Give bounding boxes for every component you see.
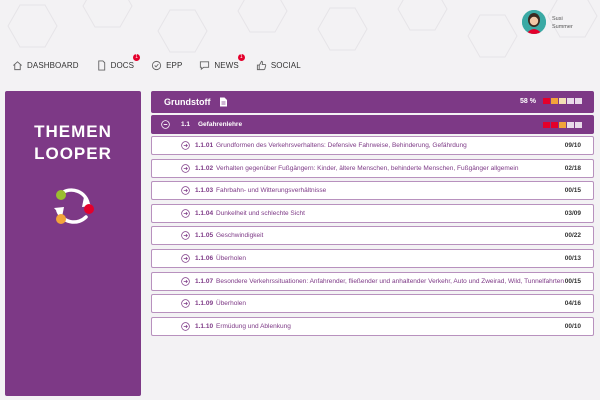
arrow-right-circle-icon [181, 163, 190, 173]
list-item[interactable]: 1.1.02 Verhalten gegenüber Fußgängern: Ki… [151, 158, 594, 178]
nav-news[interactable]: NEWS 1 [199, 53, 245, 71]
user-first-name: Susi [552, 16, 563, 22]
arrow-right-circle-icon [181, 186, 190, 195]
item-count: 00/13 [564, 254, 581, 262]
list-item[interactable]: 1.1.06 Überholen 00/13 [151, 248, 594, 268]
item-count: 03/09 [564, 209, 581, 217]
nav-docs[interactable]: DOCS 1 [96, 53, 141, 71]
notification-badge: 1 [237, 53, 245, 61]
item-number: 1.1.07 [195, 277, 214, 285]
nav-label: DASHBOARD [27, 60, 79, 70]
progress-square [559, 98, 566, 104]
main-navigation: DASHBOARD DOCS 1 EPP NEWS 1 SOCIAL [12, 53, 318, 72]
list-item[interactable]: 1.1.03 Fahrbahn- und Witterungsverhältnis… [151, 181, 594, 201]
avatar-illustration [522, 10, 546, 34]
item-number: 1.1.10 [195, 322, 214, 330]
thumbs-up-icon [256, 60, 266, 70]
notification-badge: 1 [133, 53, 141, 61]
list-item[interactable]: 1.1.10 Ermüdung und Ablenkung 00/10 [151, 316, 594, 336]
item-number: 1.1.06 [195, 254, 214, 262]
item-number: 1.1.02 [195, 164, 214, 172]
item-title: Ermüdung und Ablenkung [216, 322, 291, 330]
progress-square [567, 98, 574, 104]
progress-percent: 58 % [520, 98, 536, 105]
nav-dashboard[interactable]: DASHBOARD [12, 60, 79, 71]
document-icon [97, 59, 105, 71]
topic-header-grundstoff[interactable]: Grundstoff 58 % [151, 91, 594, 113]
arrow-right-circle-icon [181, 276, 190, 286]
arrow-right-circle-icon [181, 209, 190, 218]
item-number: 1.1.03 [195, 187, 214, 195]
list-item[interactable]: 1.1.04 Dunkelheit und schlechte Sicht 03/0… [151, 203, 594, 223]
item-title: Dunkelheit und schlechte Sicht [216, 209, 305, 217]
list-item[interactable]: 1.1.01 Grundformen des Verkehrsverhaltens… [151, 136, 594, 155]
themen-looper-panel: THEMEN LOOPER [5, 91, 141, 396]
progress-squares [543, 98, 583, 104]
item-number: 1.1.04 [195, 209, 214, 217]
document-icon[interactable] [219, 97, 228, 107]
progress-square [551, 98, 558, 104]
item-title: Überholen [216, 254, 246, 262]
item-title: Fahrbahn- und Witterungsverhältnisse [216, 187, 327, 195]
avatar[interactable] [522, 10, 546, 34]
list-item[interactable]: 1.1.09 Überholen 04/16 [151, 294, 594, 314]
progress-squares [543, 122, 583, 128]
item-count: 00/15 [564, 277, 581, 285]
progress-square [575, 122, 582, 128]
check-circle-icon [152, 60, 162, 70]
progress-square [543, 98, 550, 104]
home-icon [13, 60, 22, 70]
item-number: 1.1.01 [195, 142, 214, 149]
nav-social[interactable]: SOCIAL [256, 60, 301, 71]
looper-logo-icon [54, 188, 94, 224]
collapse-icon[interactable] [161, 120, 170, 129]
progress-square [567, 122, 574, 128]
progress-square [559, 122, 566, 128]
arrow-right-circle-icon [181, 141, 190, 150]
subtopic-number: 1.1 [181, 121, 191, 128]
lesson-list: 1.1.01 Grundformen des Verkehrsverhaltens… [151, 136, 594, 339]
panel-title-line2: LOOPER [34, 144, 112, 163]
item-title: Besondere Verkehrssituationen: Anfahrend… [216, 277, 564, 285]
nav-label: SOCIAL [270, 60, 301, 70]
progress-square [551, 122, 558, 128]
panel-title: THEMEN LOOPER [5, 121, 141, 165]
item-title: Geschwindigkeit [216, 232, 264, 240]
item-title: Grundformen des Verkehrsverhaltens: Defe… [216, 142, 467, 149]
item-count: 00/15 [564, 187, 581, 195]
nav-label: EPP [166, 60, 183, 70]
item-title: Verhalten gegenüber Fußgängern: Kinder, … [216, 164, 519, 172]
user-name: Susi Summer [552, 15, 573, 31]
progress-square [543, 122, 550, 128]
arrow-right-circle-icon [181, 254, 190, 263]
list-item[interactable]: 1.1.07 Besondere Verkehrssituationen: Anf… [151, 271, 594, 291]
item-count: 02/18 [564, 164, 581, 172]
arrow-right-circle-icon [181, 231, 190, 241]
progress-square [575, 98, 582, 104]
list-item[interactable]: 1.1.05 Geschwindigkeit 00/22 [151, 226, 594, 246]
nav-label: DOCS [110, 60, 135, 70]
item-count: 09/10 [564, 142, 581, 149]
user-last-name: Summer [552, 24, 573, 30]
subtopic-title: Gefahrenlehre [198, 121, 243, 128]
item-number: 1.1.05 [195, 232, 214, 240]
item-count: 00/10 [564, 322, 581, 330]
item-title: Überholen [216, 300, 246, 308]
nav-label: NEWS [214, 60, 239, 70]
nav-epp[interactable]: EPP [151, 60, 182, 71]
arrow-right-circle-icon [181, 322, 190, 331]
item-count: 04/16 [564, 300, 581, 308]
subtopic-header-gefahrenlehre[interactable]: 1.1 Gefahrenlehre [151, 115, 594, 134]
item-count: 00/22 [564, 232, 581, 240]
item-number: 1.1.09 [195, 300, 214, 308]
panel-title-line1: THEMEN [34, 122, 112, 141]
chat-icon [200, 60, 210, 70]
topic-title: Grundstoff [164, 97, 211, 107]
arrow-right-circle-icon [181, 299, 190, 308]
